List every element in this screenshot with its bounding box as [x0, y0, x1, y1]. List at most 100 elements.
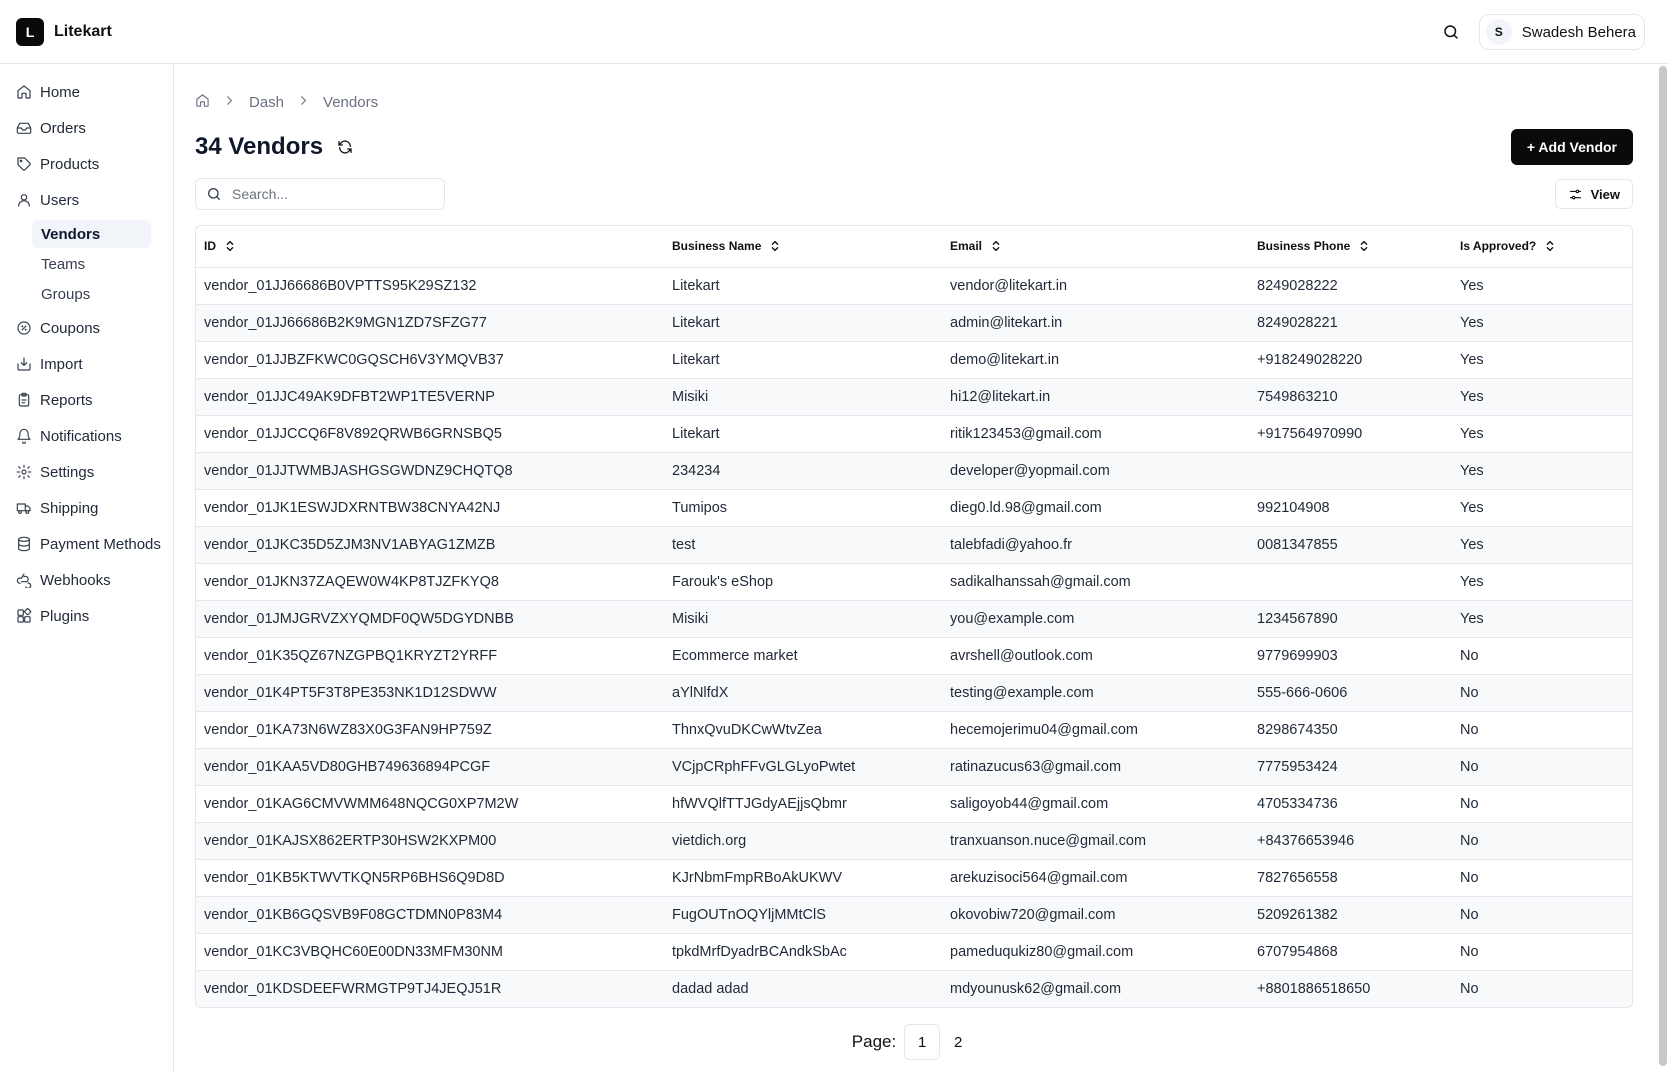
column-header-is-approved[interactable]: Is Approved? [1452, 226, 1632, 268]
table-row[interactable]: vendor_01JJCCQ6F8V892QRWB6GRNSBQ5 Litekar… [196, 415, 1632, 453]
table-row[interactable]: vendor_01JJTWMBJASHGSGWDNZ9CHQTQ8 234234 d… [196, 452, 1632, 490]
cell-id: vendor_01KAJSX862ERTP30HSW2KXPM00 [196, 822, 664, 860]
table-row[interactable]: vendor_01JKN37ZAQEW0W4KP8TJZFKYQ8 Farouk'… [196, 563, 1632, 601]
cell-is-approved: Yes [1452, 600, 1632, 638]
sidebar-item-import[interactable]: Import [0, 346, 173, 382]
cell-email: developer@yopmail.com [942, 452, 1249, 490]
table-row[interactable]: vendor_01JJBZFKWC0GQSCH6V3YMQVB37 Litekar… [196, 341, 1632, 379]
cell-id: vendor_01JJ66686B0VPTTS95K29SZ132 [196, 267, 664, 305]
cell-id: vendor_01JKC35D5ZJM3NV1ABYAG1ZMZB [196, 526, 664, 564]
cell-business-phone: 992104908 [1249, 489, 1452, 527]
cell-email: dieg0.ld.98@gmail.com [942, 489, 1249, 527]
home-icon[interactable] [195, 93, 210, 112]
sidebar-subitem-vendors[interactable]: Vendors [32, 220, 151, 248]
cell-id: vendor_01JJBZFKWC0GQSCH6V3YMQVB37 [196, 341, 664, 379]
cell-email: testing@example.com [942, 674, 1249, 712]
view-options-button[interactable]: View [1554, 179, 1633, 209]
bell-icon [17, 428, 31, 444]
cell-id: vendor_01KAA5VD80GHB749636894PCGF [196, 748, 664, 786]
column-header-email[interactable]: Email [942, 226, 1249, 268]
search-input[interactable] [232, 186, 432, 202]
column-header-business-phone[interactable]: Business Phone [1249, 226, 1452, 268]
table-row[interactable]: vendor_01JJC49AK9DFBT2WP1TE5VERNP Misiki h… [196, 378, 1632, 416]
user-menu-button[interactable]: S Swadesh Behera [1478, 14, 1645, 50]
cell-is-approved: No [1452, 674, 1632, 712]
cell-business-phone [1249, 452, 1452, 490]
search-icon[interactable] [1433, 14, 1469, 50]
column-header-id[interactable]: ID [196, 226, 664, 268]
sidebar-item-orders[interactable]: Orders [0, 110, 173, 146]
scrollbar-thumb[interactable] [1659, 66, 1667, 1066]
table-row[interactable]: vendor_01KB5KTWVTKQN5RP6BHS6Q9D8D KJrNbmF… [196, 859, 1632, 897]
cell-business-name: Litekart [664, 267, 942, 305]
cell-email: ritik123453@gmail.com [942, 415, 1249, 453]
sidebar-item-settings[interactable]: Settings [0, 454, 173, 490]
sidebar-item-products[interactable]: Products [0, 146, 173, 182]
cell-business-name: Litekart [664, 341, 942, 379]
cell-is-approved: Yes [1452, 452, 1632, 490]
refresh-icon[interactable] [337, 139, 353, 155]
sidebar-item-payment-methods[interactable]: Payment Methods [0, 526, 173, 562]
database-icon [18, 536, 30, 552]
page-button-2[interactable]: 2 [940, 1024, 976, 1060]
main-content: Dash Vendors 34 Vendors + Add Vendor Vie… [195, 64, 1633, 1060]
sidebar-item-label: Home [40, 83, 81, 101]
app-name[interactable]: Litekart [54, 23, 112, 41]
cell-business-phone: 9779699903 [1249, 637, 1452, 675]
table-row[interactable]: vendor_01KAA5VD80GHB749636894PCGF VCjpCRp… [196, 748, 1632, 786]
cell-business-phone: 8298674350 [1249, 711, 1452, 749]
scrollbar[interactable] [1657, 64, 1669, 1073]
cell-business-phone: 555-666-0606 [1249, 674, 1452, 712]
cell-business-phone: 6707954868 [1249, 933, 1452, 971]
add-vendor-button[interactable]: + Add Vendor [1510, 129, 1633, 165]
cell-business-name: Misiki [664, 600, 942, 638]
table-row[interactable]: vendor_01KC3VBQHC60E00DN33MFM30NM tpkdMrf… [196, 933, 1632, 971]
cell-business-name: Farouk's eShop [664, 563, 942, 601]
sidebar-item-users[interactable]: Users [0, 182, 173, 218]
sidebar-subitem-teams[interactable]: Teams [32, 250, 151, 278]
breadcrumb-dash[interactable]: Dash [249, 94, 284, 111]
cell-is-approved: Yes [1452, 378, 1632, 416]
cell-is-approved: Yes [1452, 489, 1632, 527]
page-button-1[interactable]: 1 [904, 1024, 941, 1060]
table-row[interactable]: vendor_01KA73N6WZ83X0G3FAN9HP759Z ThnxQvu… [196, 711, 1632, 749]
cell-business-phone: +918249028220 [1249, 341, 1452, 379]
table-row[interactable]: vendor_01KAG6CMVWMM648NQCG0XP7M2W hfWVQlf… [196, 785, 1632, 823]
cell-business-phone: 8249028221 [1249, 304, 1452, 342]
sidebar-item-reports[interactable]: Reports [0, 382, 173, 418]
table-row[interactable]: vendor_01JMJGRVZXYQMDF0QW5DGYDNBB Misiki y… [196, 600, 1632, 638]
search-field [195, 178, 445, 210]
cell-is-approved: No [1452, 711, 1632, 749]
webhook-icon [16, 573, 32, 588]
table-row[interactable]: vendor_01KAJSX862ERTP30HSW2KXPM00 vietdic… [196, 822, 1632, 860]
sidebar-item-label: Notifications [40, 427, 122, 445]
sidebar-item-shipping[interactable]: Shipping [0, 490, 173, 526]
table-row[interactable]: vendor_01KDSDEEFWRMGTP9TJ4JEQJ51R dadad a… [196, 970, 1632, 1007]
app-logo[interactable]: L [16, 17, 44, 46]
sidebar-item-home[interactable]: Home [0, 74, 173, 110]
table-row[interactable]: vendor_01JK1ESWJDXRNTBW38CNYA42NJ Tumipos… [196, 489, 1632, 527]
cell-business-name: dadad adad [664, 970, 942, 1007]
column-header-business-name[interactable]: Business Name [664, 226, 942, 268]
table-row[interactable]: vendor_01JJ66686B0VPTTS95K29SZ132 Litekar… [196, 267, 1632, 305]
sidebar-item-plugins[interactable]: Plugins [0, 598, 173, 634]
sidebar-subitem-groups[interactable]: Groups [32, 280, 151, 308]
table-row[interactable]: vendor_01K35QZ67NZGPBQ1KRYZT2YRFF Ecommer… [196, 637, 1632, 675]
cell-business-phone: 1234567890 [1249, 600, 1452, 638]
cell-business-name: 234234 [664, 452, 942, 490]
table-row[interactable]: vendor_01KB6GQSVB9F08GCTDMN0P83M4 FugOUTn… [196, 896, 1632, 934]
cell-business-name: Litekart [664, 415, 942, 453]
cell-is-approved: No [1452, 637, 1632, 675]
tag-icon [17, 157, 31, 171]
cell-is-approved: Yes [1452, 526, 1632, 564]
table-row[interactable]: vendor_01JKC35D5ZJM3NV1ABYAG1ZMZB test tal… [196, 526, 1632, 564]
table-row[interactable]: vendor_01K4PT5F3T8PE353NK1D12SDWW aYlNlfd… [196, 674, 1632, 712]
cell-id: vendor_01JMJGRVZXYQMDF0QW5DGYDNBB [196, 600, 664, 638]
sidebar-item-notifications[interactable]: Notifications [0, 418, 173, 454]
sidebar-item-coupons[interactable]: Coupons [0, 310, 173, 346]
cell-is-approved: Yes [1452, 267, 1632, 305]
sidebar-item-webhooks[interactable]: Webhooks [0, 562, 173, 598]
vendors-table: ID Business Name Email Business Phone Is… [195, 225, 1633, 1008]
sort-icon [772, 241, 779, 252]
table-row[interactable]: vendor_01JJ66686B2K9MGN1ZD7SFZG77 Litekar… [196, 304, 1632, 342]
